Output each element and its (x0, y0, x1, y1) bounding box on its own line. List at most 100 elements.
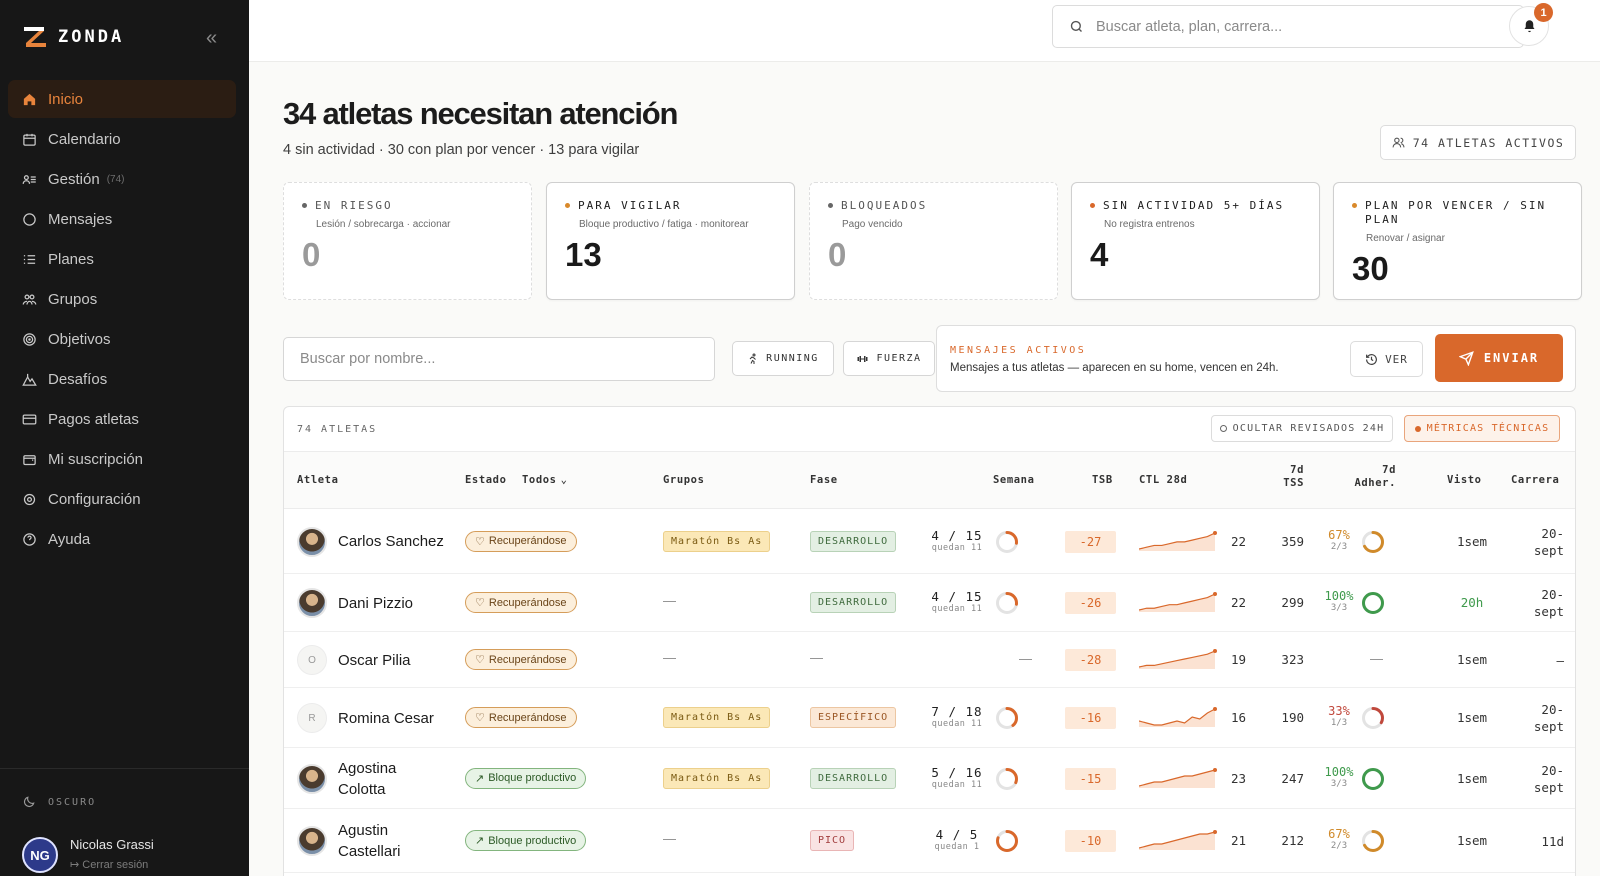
col-semana[interactable]: Semana (993, 474, 1035, 487)
col-tss[interactable]: 7d TSS (1276, 464, 1304, 490)
tss-value: 359 (1281, 533, 1304, 549)
sidebar-item-pagos-atletas[interactable]: Pagos atletas (8, 400, 236, 438)
athlete-cell[interactable]: Carlos Sanchez (297, 521, 448, 563)
status-badge[interactable]: ↗ Bloque productivo (465, 767, 587, 789)
status-badge[interactable]: ♡ Recuperándose (465, 707, 577, 728)
col-tsb[interactable]: TSB (1092, 474, 1113, 487)
athlete-name[interactable]: Carlos Sanchez (338, 531, 448, 552)
sidebar-item-objetivos[interactable]: Objetivos (8, 320, 236, 358)
tss-value: 212 (1281, 833, 1304, 848)
card-description: Lesión / sobrecarga · accionar (316, 219, 451, 230)
col-estado[interactable]: Estado (465, 474, 507, 487)
table-row[interactable]: Agustin Castellari ↗ Bloque productivo — … (284, 809, 1575, 873)
sidebar-item-planes[interactable]: Planes (8, 240, 236, 278)
col-fase[interactable]: Fase (810, 474, 838, 487)
heart-icon: ♡ (475, 712, 485, 724)
ctl-value: 21 (1230, 833, 1246, 848)
name-search-input[interactable] (300, 338, 714, 380)
brand-logo[interactable]: ZONDA (24, 26, 124, 48)
athlete-name[interactable]: Dani Pizzio (338, 593, 448, 614)
athlete-name[interactable]: Oscar Pilia (338, 650, 448, 671)
filter-running[interactable]: RUNNING (732, 341, 834, 376)
sidebar-item-mi-suscripcion[interactable]: Mi suscripción (8, 440, 236, 478)
col-visto[interactable]: Visto (1447, 474, 1482, 487)
table-row[interactable]: O Oscar Pilia ♡ Recuperándose — — — -28 19… (284, 632, 1575, 688)
tss-value: 190 (1281, 710, 1304, 725)
send-message-button[interactable]: ENVIAR (1435, 334, 1563, 382)
group-tag[interactable]: Maratón Bs As (663, 707, 771, 728)
athlete-cell[interactable]: R Romina Cesar (297, 697, 448, 739)
sidebar-item-label: Mensajes (48, 210, 113, 228)
global-search[interactable] (1052, 5, 1524, 48)
sidebar-item-mensajes[interactable]: Mensajes (8, 200, 236, 238)
table-row[interactable]: Agostina Colotta ↗ Bloque productivo Mara… (284, 748, 1575, 809)
home-icon (23, 93, 36, 105)
theme-toggle[interactable]: OSCURO (22, 795, 96, 809)
col-adherence[interactable]: 7d Adher. (1352, 464, 1396, 490)
phase-cell: DESARROLLO (810, 767, 897, 789)
status-label: Recuperándose (488, 596, 567, 609)
summary-card[interactable]: BLOQUEADOS Pago vencido 0 (809, 182, 1058, 300)
collapse-sidebar-icon[interactable]: « (206, 28, 217, 48)
week-value: 5 / 16 (931, 764, 983, 780)
summary-card[interactable]: EN RIESGO Lesión / sobrecarga · accionar… (283, 182, 532, 300)
hide-reviewed-button[interactable]: OCULTAR REVISADOS 24H (1211, 415, 1393, 442)
athlete-cell[interactable]: Dani Pizzio (297, 582, 448, 624)
sidebar-item-calendario[interactable]: Calendario (8, 120, 236, 158)
sidebar-item-grupos[interactable]: Grupos (8, 280, 236, 318)
user-profile[interactable]: NG Nicolas Grassi ↦ Cerrar sesión (22, 837, 154, 873)
athlete-name[interactable]: Agustin Castellari (338, 820, 448, 862)
summary-card[interactable]: PARA VIGILAR Bloque productivo / fatiga … (546, 182, 795, 300)
phase-cell: DESARROLLO (810, 592, 897, 613)
athlete-name[interactable]: Agostina Colotta (338, 758, 448, 800)
dumbbell-icon (857, 355, 868, 362)
group-tag[interactable]: Maratón Bs As (663, 767, 771, 789)
col-grupos[interactable]: Grupos (663, 474, 705, 487)
race-date: — (1556, 653, 1564, 668)
adherence-count: 1/3 (1330, 718, 1348, 728)
active-athletes-button[interactable]: 74 ATLETAS ACTIVOS (1380, 125, 1576, 160)
card-title-text: EN RIESGO (315, 199, 393, 212)
ctl-value: 23 (1230, 770, 1246, 786)
filter-fuerza[interactable]: FUERZA (843, 341, 935, 376)
sidebar-item-ayuda[interactable]: Ayuda (8, 520, 236, 558)
ctl-sparkline (1138, 766, 1219, 795)
table-row[interactable]: Carlos Sanchez ♡ Recuperándose Maratón Bs… (284, 509, 1575, 574)
sidebar-item-desafios[interactable]: Desafíos (8, 360, 236, 398)
status-label: Recuperándose (488, 653, 567, 666)
summary-card[interactable]: PLAN POR VENCER / SIN PLAN Renovar / asi… (1333, 182, 1582, 300)
sidebar-item-configuracion[interactable]: Configuración (8, 480, 236, 518)
status-dot-icon (302, 203, 307, 208)
status-badge[interactable]: ♡ Recuperándose (465, 649, 577, 670)
sidebar-item-inicio[interactable]: Inicio (8, 80, 236, 118)
adherence-ring (1361, 829, 1385, 858)
group-tag[interactable]: Maratón Bs As (663, 530, 771, 552)
athlete-cell[interactable]: Agostina Colotta (297, 758, 448, 800)
sidebar-item-gestion[interactable]: Gestión (74) (8, 160, 236, 198)
global-search-input[interactable] (1096, 18, 1476, 35)
col-atleta[interactable]: Atleta (297, 474, 339, 487)
technical-metrics-toggle[interactable]: MÉTRICAS TÉCNICAS (1404, 415, 1560, 442)
col-carrera[interactable]: Carrera (1511, 474, 1559, 487)
status-badge[interactable]: ♡ Recuperándose (465, 530, 577, 552)
estado-filter-dropdown[interactable]: Todos ⌄ (522, 474, 568, 487)
athlete-cell[interactable]: O Oscar Pilia (297, 639, 448, 681)
logout-link[interactable]: ↦ Cerrar sesión (70, 858, 154, 871)
name-search[interactable] (283, 337, 715, 381)
phase-tag: DESARROLLO (810, 530, 897, 552)
athlete-name[interactable]: Romina Cesar (338, 708, 448, 729)
status-badge[interactable]: ↗ Bloque productivo (465, 830, 587, 851)
table-row[interactable]: Dani Pizzio ♡ Recuperándose — DESARROLLO … (284, 574, 1575, 632)
col-ctl[interactable]: CTL 28d (1139, 474, 1187, 487)
ctl-value: 22 (1230, 595, 1246, 610)
ctl-value: 16 (1230, 710, 1246, 725)
status-badge[interactable]: ♡ Recuperándose (465, 592, 577, 613)
view-messages-button[interactable]: VER (1350, 341, 1423, 377)
heart-icon: ♡ (475, 597, 485, 609)
athlete-cell[interactable]: Agustin Castellari (297, 820, 448, 862)
notifications-button[interactable]: 1 (1509, 3, 1553, 46)
table-row[interactable]: R Romina Cesar ♡ Recuperándose Maratón Bs … (284, 688, 1575, 748)
send-message-label: ENVIAR (1483, 351, 1540, 365)
summary-card[interactable]: SIN ACTIVIDAD 5+ DÍAS No registra entren… (1071, 182, 1320, 300)
card-title: PARA VIGILAR (565, 199, 778, 213)
